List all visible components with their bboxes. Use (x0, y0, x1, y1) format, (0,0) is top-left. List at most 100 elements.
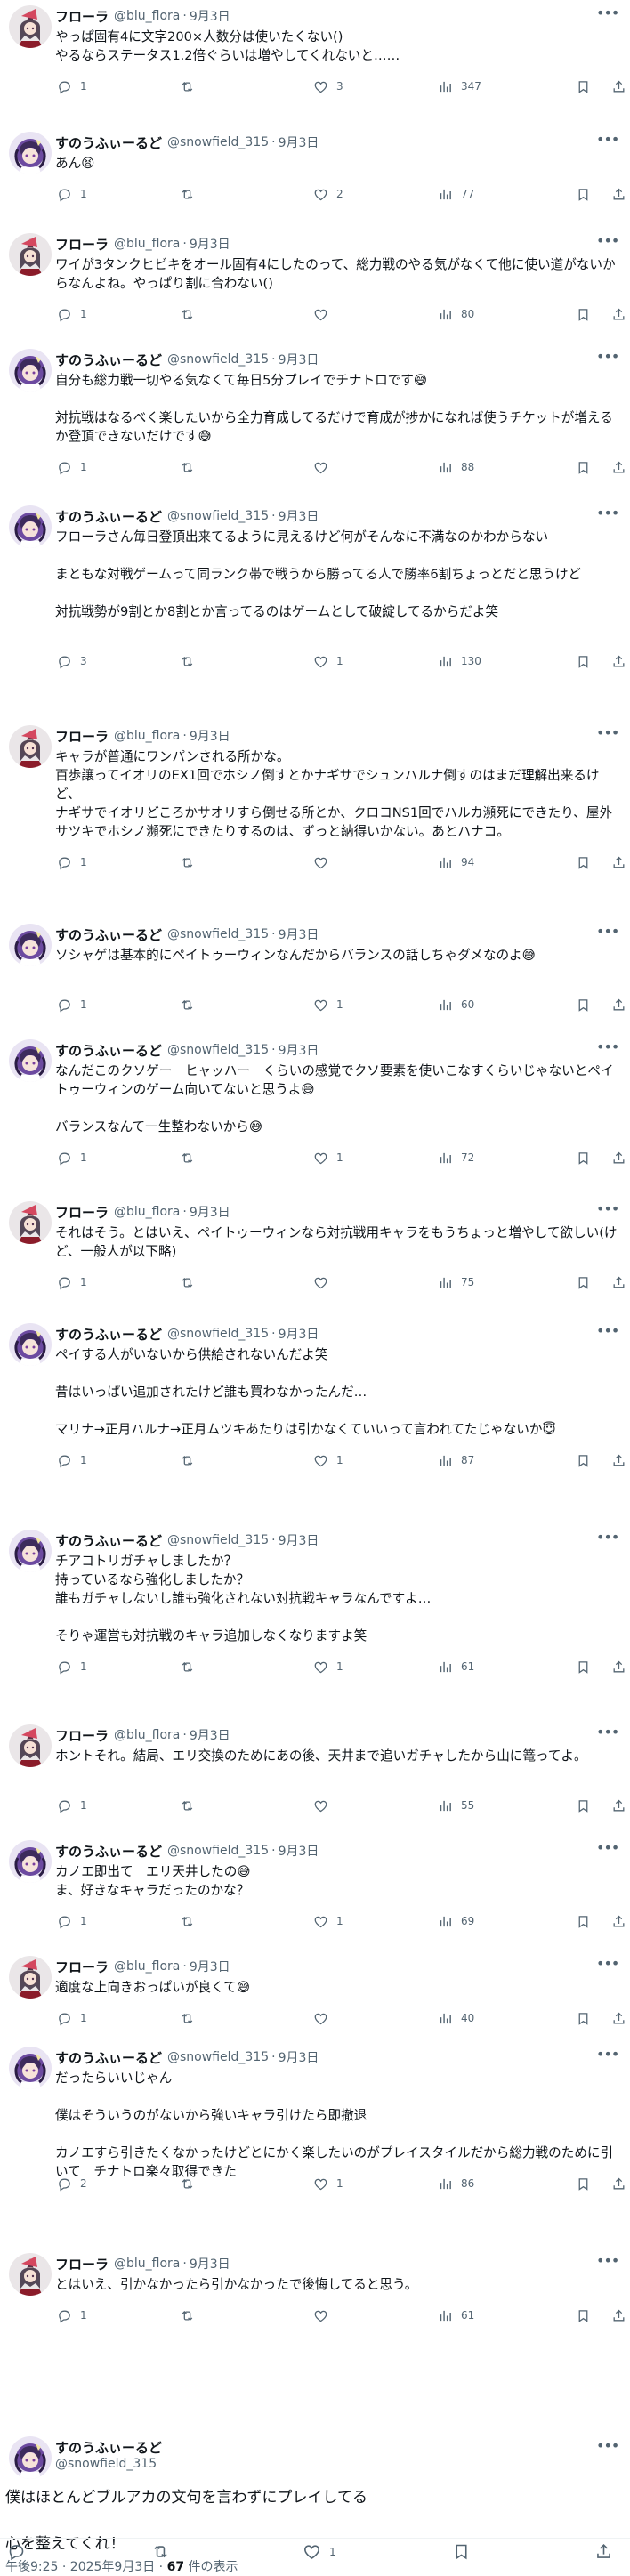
reply-button[interactable]: 3 (57, 654, 87, 669)
author-handle[interactable]: @snowfield_315 (167, 352, 269, 367)
reply-button[interactable]: 1 (57, 1798, 87, 1813)
tweet-date[interactable]: 9月3日 (279, 925, 319, 943)
views-button[interactable]: 86 (438, 2176, 474, 2192)
author-name[interactable]: すのうふぃーるど (55, 507, 162, 526)
author-name[interactable]: すのうふぃーるど (55, 133, 162, 152)
share-button[interactable] (611, 2308, 626, 2323)
tweet-date[interactable]: 9月3日 (190, 235, 230, 253)
author-name[interactable]: フローラ (55, 7, 109, 26)
views-button[interactable]: 60 (438, 997, 474, 1013)
more-icon[interactable]: ••• (596, 2047, 619, 2068)
retweet-button[interactable] (180, 2176, 203, 2192)
bookmark-button[interactable] (576, 1914, 591, 1929)
views-button[interactable]: 80 (438, 307, 474, 322)
reply-tweet[interactable]: すのうふぃーるど @snowfield_315 · 9月3日 ••• 自分も総力… (0, 349, 630, 484)
like-button[interactable]: 2 (313, 187, 343, 202)
reply-tweet[interactable]: フローラ @blu_flora · 9月3日 ••• とはいえ、引かなかったら引… (0, 2253, 630, 2332)
share-button[interactable] (611, 855, 626, 870)
bookmark-button[interactable] (576, 1275, 591, 1290)
bookmark-button[interactable] (576, 307, 591, 322)
reply-button[interactable]: 1 (57, 1453, 87, 1468)
author-handle[interactable]: @snowfield_315 (167, 1043, 269, 1057)
author-handle[interactable]: @snowfield_315 (167, 135, 269, 149)
views-button[interactable]: 72 (438, 1151, 474, 1166)
author-handle[interactable]: @blu_flora (114, 729, 180, 743)
bookmark-button[interactable] (576, 1659, 591, 1675)
avatar[interactable] (9, 2253, 52, 2296)
reply-tweet[interactable]: フローラ @blu_flora · 9月3日 ••• ホントそれ。結局、エリ交換… (0, 1724, 630, 1822)
more-icon[interactable]: ••• (596, 5, 619, 27)
share-button[interactable] (611, 79, 626, 94)
tweet-date[interactable]: 9月3日 (190, 1958, 230, 1975)
share-button[interactable] (611, 654, 626, 669)
views-button[interactable]: 88 (438, 460, 474, 475)
share-button[interactable] (611, 997, 626, 1013)
views-button[interactable]: 130 (438, 654, 481, 669)
avatar[interactable] (9, 505, 52, 548)
more-icon[interactable]: ••• (596, 2253, 619, 2274)
reply-button[interactable]: 1 (57, 855, 87, 870)
reply-button[interactable]: 2 (57, 2176, 87, 2192)
share-button[interactable] (611, 307, 626, 322)
reply-tweet[interactable]: すのうふぃーるど @snowfield_315 · 9月3日 ••• チアコトリ… (0, 1530, 630, 1684)
like-button[interactable]: 1 (313, 1659, 343, 1675)
reply-button[interactable]: 1 (57, 307, 87, 322)
author-name[interactable]: フローラ (55, 1726, 109, 1745)
views-button[interactable]: 61 (438, 1659, 474, 1675)
views-button[interactable]: 94 (438, 855, 474, 870)
bookmark-button[interactable] (452, 2542, 471, 2561)
retweet-button[interactable] (180, 2308, 203, 2323)
bookmark-button[interactable] (576, 460, 591, 475)
author-handle[interactable]: @snowfield_315 (55, 2457, 162, 2471)
tweet-date[interactable]: 9月3日 (279, 1325, 319, 1343)
like-button[interactable]: 1 (313, 2176, 343, 2192)
author-name[interactable]: すのうふぃーるど (55, 2438, 162, 2457)
more-icon[interactable]: ••• (596, 1530, 619, 1551)
avatar[interactable] (9, 924, 52, 966)
avatar[interactable] (9, 1724, 52, 1767)
tweet-date[interactable]: 9月3日 (279, 133, 319, 151)
author-handle[interactable]: @snowfield_315 (167, 1533, 269, 1547)
retweet-button[interactable] (180, 1151, 203, 1166)
share-button[interactable] (611, 187, 626, 202)
share-button[interactable] (611, 1453, 626, 1468)
reply-tweet[interactable]: フローラ @blu_flora · 9月3日 ••• やっぱ固有4に文字200×… (0, 5, 630, 103)
retweet-button[interactable] (180, 307, 203, 322)
more-icon[interactable]: ••• (596, 924, 619, 945)
share-button[interactable] (611, 2176, 626, 2192)
like-button[interactable]: 1 (313, 997, 343, 1013)
share-button[interactable] (611, 1275, 626, 1290)
author-name[interactable]: すのうふぃーるど (55, 351, 162, 369)
retweet-button[interactable] (180, 1798, 203, 1813)
more-icon[interactable]: ••• (596, 1039, 619, 1061)
retweet-button[interactable] (180, 654, 203, 669)
retweet-button[interactable] (151, 2542, 170, 2561)
bookmark-button[interactable] (576, 2176, 591, 2192)
share-button[interactable] (611, 2011, 626, 2026)
bookmark-button[interactable] (576, 2308, 591, 2323)
more-icon[interactable]: ••• (596, 132, 619, 153)
reply-tweet[interactable]: フローラ @blu_flora · 9月3日 ••• 適度な上向きおっぱいが良く… (0, 1956, 630, 2035)
bookmark-button[interactable] (576, 79, 591, 94)
reply-tweet[interactable]: フローラ @blu_flora · 9月3日 ••• キャラが普通にワンパンされ… (0, 725, 630, 879)
reply-tweet[interactable]: すのうふぃーるど @snowfield_315 · 9月3日 ••• だったらい… (0, 2047, 630, 2201)
like-button[interactable]: 1 (313, 1453, 343, 1468)
like-button[interactable] (313, 2011, 336, 2026)
bookmark-button[interactable] (576, 1798, 591, 1813)
author-handle[interactable]: @snowfield_315 (167, 1844, 269, 1858)
more-icon[interactable]: ••• (596, 1323, 619, 1345)
avatar[interactable] (9, 1323, 52, 1366)
retweet-button[interactable] (180, 855, 203, 870)
like-button[interactable]: 1 (303, 2542, 336, 2561)
more-icon[interactable]: ••• (596, 233, 619, 254)
avatar[interactable] (9, 5, 52, 48)
reply-tweet[interactable]: フローラ @blu_flora · 9月3日 ••• ワイが3タンクヒビキをオー… (0, 233, 630, 331)
retweet-button[interactable] (180, 2011, 203, 2026)
more-icon[interactable]: ••• (596, 1201, 619, 1223)
avatar[interactable] (9, 349, 52, 392)
avatar[interactable] (9, 233, 52, 276)
like-button[interactable]: 1 (313, 1151, 343, 1166)
author-name[interactable]: フローラ (55, 235, 109, 254)
author-handle[interactable]: @snowfield_315 (167, 927, 269, 941)
like-button[interactable] (313, 460, 336, 475)
